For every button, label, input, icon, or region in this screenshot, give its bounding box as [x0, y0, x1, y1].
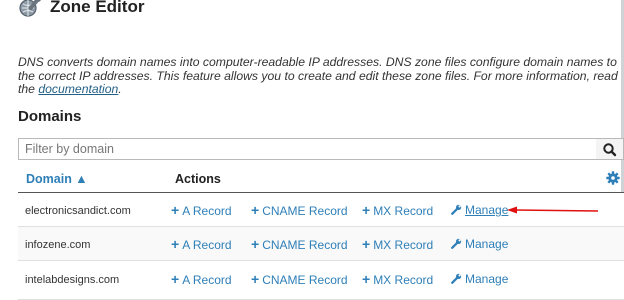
page-header: Zone Editor	[0, 0, 624, 30]
table-row: infozene.com + A Record + CNAME Record + MX…	[18, 227, 624, 261]
table-header: Domain ▲ Actions	[18, 166, 624, 193]
add-cname-record-button[interactable]: + CNAME Record	[251, 236, 348, 252]
add-cname-record-button[interactable]: + CNAME Record	[251, 271, 348, 287]
wrench-icon	[451, 238, 462, 249]
mx-record-label: MX Record	[373, 204, 434, 218]
mx-record-label: MX Record	[373, 273, 434, 287]
page-description: DNS converts domain names into computer-…	[18, 55, 618, 97]
annotation-arrow	[507, 206, 599, 214]
plus-icon: +	[362, 236, 371, 252]
add-mx-record-button[interactable]: + MX Record	[362, 236, 433, 252]
plus-icon: +	[251, 202, 260, 218]
cname-record-label: CNAME Record	[262, 204, 348, 218]
search-icon	[603, 143, 617, 157]
manage-label: Manage	[465, 203, 509, 217]
plus-icon: +	[251, 236, 260, 252]
add-mx-record-button[interactable]: + MX Record	[362, 271, 433, 287]
a-record-label: A Record	[182, 273, 232, 287]
manage-button[interactable]: Manage	[451, 272, 508, 286]
add-a-record-button[interactable]: + A Record	[171, 202, 232, 218]
domain-name: infozene.com	[25, 239, 91, 251]
a-record-label: A Record	[182, 204, 232, 218]
plus-icon: +	[362, 271, 371, 287]
actions-column-header: Actions	[175, 172, 221, 186]
table-row: intelabdesigns.com + A Record + CNAME Reco…	[18, 261, 624, 300]
add-mx-record-button[interactable]: + MX Record	[362, 202, 433, 218]
manage-button[interactable]: Manage	[451, 237, 508, 251]
zone-editor-icon	[19, 0, 41, 17]
plus-icon: +	[171, 202, 180, 218]
manage-label: Manage	[465, 272, 509, 286]
mx-record-label: MX Record	[373, 238, 434, 252]
add-cname-record-button[interactable]: + CNAME Record	[251, 202, 348, 218]
wrench-icon	[451, 273, 462, 284]
documentation-link[interactable]: documentation	[38, 82, 118, 96]
domain-name: intelabdesigns.com	[25, 274, 120, 286]
cname-record-label: CNAME Record	[262, 238, 348, 252]
domains-section-title: Domains	[18, 108, 82, 125]
wrench-icon	[451, 204, 462, 215]
description-end: .	[118, 82, 122, 97]
search-button[interactable]	[596, 138, 624, 160]
manage-button[interactable]: Manage	[451, 203, 508, 217]
manage-label: Manage	[465, 237, 509, 251]
plus-icon: +	[171, 236, 180, 252]
plus-icon: +	[251, 271, 260, 287]
domain-filter-input[interactable]	[18, 138, 602, 160]
page-title: Zone Editor	[50, 0, 145, 16]
add-a-record-button[interactable]: + A Record	[171, 236, 232, 252]
cname-record-label: CNAME Record	[262, 273, 348, 287]
gear-icon[interactable]	[606, 171, 620, 185]
plus-icon: +	[171, 271, 180, 287]
domain-column-header[interactable]: Domain ▲	[26, 172, 88, 186]
domain-name: electronicsandict.com	[25, 205, 131, 217]
add-a-record-button[interactable]: + A Record	[171, 271, 232, 287]
plus-icon: +	[362, 202, 371, 218]
a-record-label: A Record	[182, 238, 232, 252]
